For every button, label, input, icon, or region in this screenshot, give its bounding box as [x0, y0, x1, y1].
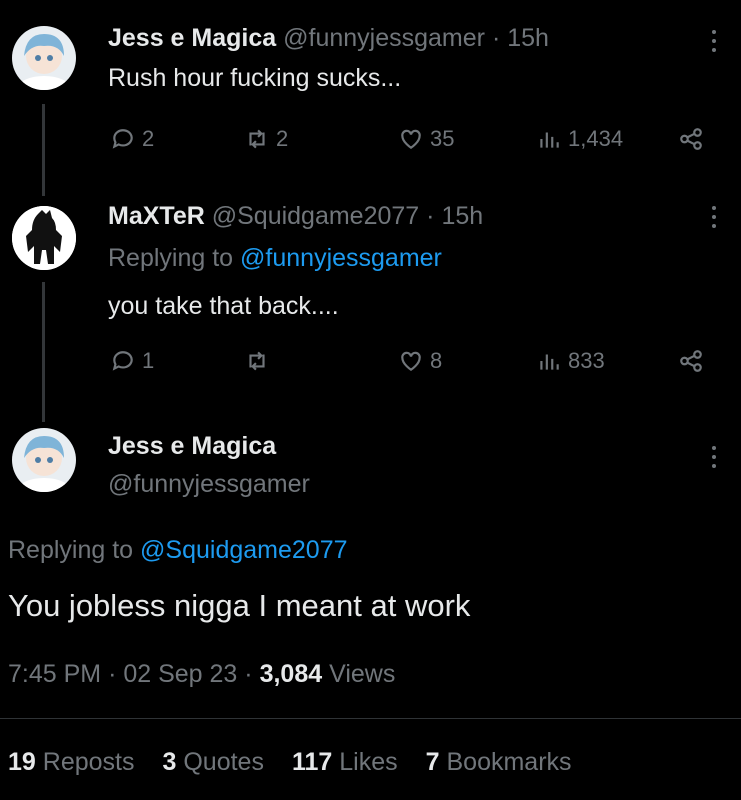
- separator: ·: [491, 24, 501, 52]
- more-options-icon[interactable]: [710, 206, 718, 228]
- likes-label: Likes: [339, 748, 398, 776]
- share-button[interactable]: [678, 126, 704, 152]
- repost-button[interactable]: 2: [244, 126, 288, 152]
- share-icon: [680, 128, 702, 150]
- replying-to-label: Replying to: [108, 244, 234, 272]
- separator: ·: [426, 202, 435, 230]
- views-count: 1,434: [568, 126, 624, 151]
- author-handle[interactable]: @funnyjessgamer: [283, 24, 485, 52]
- author-handle[interactable]: @funnyjessgamer: [108, 470, 310, 499]
- like-count: 8: [430, 348, 443, 373]
- repost-count: 2: [276, 126, 289, 151]
- author-handle[interactable]: @Squidgame2077: [212, 202, 419, 230]
- like-count: 35: [430, 126, 455, 151]
- replying-to-handle[interactable]: @funnyjessgamer: [240, 244, 442, 272]
- thread-line: [42, 104, 45, 196]
- figure-silhouette-icon: [12, 206, 76, 270]
- replying-to-handle[interactable]: @Squidgame2077: [140, 536, 347, 564]
- bookmarks-stat[interactable]: 7 Bookmarks: [426, 748, 572, 777]
- reply-button[interactable]: 2: [110, 126, 154, 152]
- separator: ·: [244, 660, 253, 688]
- divider: [0, 718, 741, 719]
- avatar[interactable]: [12, 26, 76, 90]
- tweet-text: Rush hour fucking sucks...: [108, 64, 402, 92]
- engagement-stats: 19 Reposts 3 Quotes 117 Likes 7 Bookmark…: [8, 748, 572, 777]
- views-icon: [540, 354, 559, 370]
- bookmarks-count: 7: [425, 748, 440, 776]
- views-icon: [540, 132, 559, 148]
- reply-icon: [112, 351, 133, 371]
- author-name[interactable]: MaXTeR: [108, 202, 205, 230]
- views-button[interactable]: 833: [536, 348, 605, 374]
- post-date[interactable]: 02 Sep 23: [123, 660, 237, 688]
- share-icon: [680, 350, 702, 372]
- reposts-label: Reposts: [42, 748, 135, 776]
- timestamp[interactable]: 15h: [507, 24, 549, 52]
- timestamp[interactable]: 15h: [441, 202, 483, 230]
- quotes-label: Quotes: [183, 748, 264, 776]
- quotes-count: 3: [162, 748, 177, 776]
- likes-stat[interactable]: 117 Likes: [292, 748, 398, 777]
- views-count: 3,084: [259, 660, 323, 688]
- separator: ·: [108, 660, 117, 688]
- repost-icon: [249, 129, 265, 149]
- share-button[interactable]: [678, 348, 704, 374]
- views-count: 833: [568, 348, 605, 373]
- more-options-icon[interactable]: [710, 30, 718, 52]
- quotes-stat[interactable]: 3 Quotes: [162, 748, 263, 777]
- reposts-count: 19: [8, 748, 36, 776]
- reposts-stat[interactable]: 19 Reposts: [8, 748, 134, 777]
- replying-to-label: Replying to: [8, 536, 134, 564]
- author-name[interactable]: Jess e Magica: [108, 24, 276, 52]
- views-label: Views: [329, 660, 396, 688]
- tweet-text: You jobless nigga I meant at work: [8, 588, 471, 623]
- anime-avatar-icon: [12, 428, 76, 492]
- post-time[interactable]: 7:45 PM: [8, 660, 101, 688]
- avatar[interactable]: [12, 428, 76, 492]
- likes-count: 117: [291, 748, 333, 776]
- like-button[interactable]: 8: [398, 348, 442, 374]
- anime-avatar-icon: [12, 26, 76, 90]
- author-name[interactable]: Jess e Magica: [108, 432, 276, 461]
- heart-icon: [401, 129, 421, 149]
- reply-icon: [112, 129, 133, 149]
- avatar[interactable]: [12, 206, 76, 270]
- views-button[interactable]: 1,434: [536, 126, 623, 152]
- bookmarks-label: Bookmarks: [446, 748, 572, 776]
- heart-icon: [401, 351, 421, 371]
- thread-line: [42, 282, 45, 422]
- tweet-text: you take that back....: [108, 292, 339, 320]
- repost-icon: [249, 351, 265, 371]
- repost-button[interactable]: [244, 348, 276, 374]
- like-button[interactable]: 35: [398, 126, 454, 152]
- more-options-icon[interactable]: [710, 446, 718, 468]
- reply-button[interactable]: 1: [110, 348, 154, 374]
- reply-count: 2: [142, 126, 155, 151]
- reply-count: 1: [142, 348, 155, 373]
